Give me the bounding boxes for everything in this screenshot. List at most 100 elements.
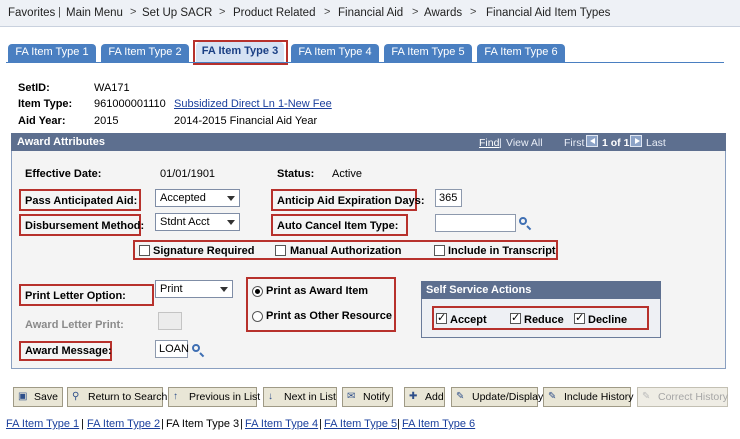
breadcrumb-separator: |: [58, 6, 61, 18]
notify-button[interactable]: ✉ Notify: [342, 387, 393, 407]
next-in-list-button[interactable]: ↓ Next in List: [263, 387, 337, 407]
breadcrumb-set-up-sacr[interactable]: Set Up SACR: [142, 7, 212, 19]
breadcrumb-awards[interactable]: Awards: [424, 7, 462, 19]
tab-fa-item-type-4[interactable]: FA Item Type 4: [291, 44, 379, 62]
footer-link-fa-item-type-4[interactable]: FA Item Type 4: [245, 418, 318, 430]
signature-required-label: Signature Required: [153, 245, 255, 257]
footer-separator: |: [161, 418, 164, 430]
nav-separator: |: [499, 137, 502, 149]
footer-link-fa-item-type-2[interactable]: FA Item Type 2: [87, 418, 160, 430]
disbursement-method-select[interactable]: Stdnt Acct: [155, 213, 240, 231]
anticip-aid-expiration-days-label: Anticip Aid Expiration Days:: [277, 195, 425, 207]
print-as-award-item-radio[interactable]: [252, 286, 263, 297]
breadcrumb-main-menu[interactable]: Main Menu: [66, 7, 123, 19]
award-attributes-title: Award Attributes: [17, 136, 106, 148]
add-button[interactable]: ✚ Add: [404, 387, 445, 407]
award-message-label: Award Message:: [25, 345, 112, 357]
chevron-right-icon: >: [219, 6, 226, 18]
self-service-actions-title: Self Service Actions: [426, 284, 532, 296]
chevron-down-icon: [220, 287, 228, 292]
effective-date-value: 01/01/1901: [160, 168, 216, 180]
print-letter-option-select[interactable]: Print: [155, 280, 233, 298]
tab-fa-item-type-5[interactable]: FA Item Type 5: [384, 44, 472, 62]
breadcrumb-favorites[interactable]: Favorites: [8, 7, 55, 19]
award-letter-print-input: [158, 312, 182, 330]
footer-separator: |: [81, 418, 84, 430]
auto-cancel-item-type-label: Auto Cancel Item Type:: [277, 220, 399, 232]
chevron-right-icon: >: [130, 6, 137, 18]
auto-cancel-item-type-input[interactable]: [435, 214, 516, 232]
footer-separator: |: [240, 418, 243, 430]
print-as-other-resource-label: Print as Other Resource: [266, 310, 392, 322]
manual-authorization-checkbox[interactable]: [275, 245, 286, 256]
status-label: Status:: [277, 168, 315, 180]
arrow-down-icon: ↓: [268, 391, 273, 402]
save-icon: ▣: [18, 391, 28, 402]
edit-icon: ✎: [456, 391, 465, 402]
arrow-up-icon: ↑: [173, 391, 178, 402]
history-icon: ✎: [548, 391, 557, 402]
item-type-value: 961000001110: [94, 98, 166, 110]
signature-required-checkbox[interactable]: [139, 245, 150, 256]
aid-year-value: 2015: [94, 115, 119, 127]
first-link[interactable]: First: [564, 137, 584, 149]
pass-anticipated-aid-select[interactable]: Accepted: [155, 189, 240, 207]
decline-label: Decline: [588, 314, 628, 326]
anticip-aid-expiration-days-input[interactable]: 365: [435, 189, 462, 207]
print-as-award-item-label: Print as Award Item: [266, 285, 369, 297]
award-message-input[interactable]: LOAN: [155, 340, 189, 358]
chevron-right-icon: >: [324, 6, 331, 18]
aid-year-label: Aid Year:: [18, 115, 66, 127]
print-letter-option-label: Print Letter Option:: [25, 290, 126, 302]
include-history-button[interactable]: ✎ Include History: [543, 387, 633, 407]
reduce-checkbox[interactable]: [510, 311, 521, 324]
breadcrumb-financial-aid-item-types[interactable]: Financial Aid Item Types: [486, 7, 610, 19]
chevron-down-icon: [227, 220, 235, 225]
footer-separator: |: [397, 418, 400, 430]
nav-prev-button[interactable]: [586, 135, 598, 147]
search-icon: ⚲: [72, 391, 80, 402]
aid-year-description: 2014-2015 Financial Aid Year: [174, 115, 318, 127]
search-icon[interactable]: [192, 344, 200, 352]
nav-next-button[interactable]: [630, 135, 642, 147]
chevron-right-icon: >: [412, 6, 419, 18]
footer-link-fa-item-type-5[interactable]: FA Item Type 5: [324, 418, 397, 430]
print-as-other-resource-radio[interactable]: [252, 311, 263, 322]
tab-fa-item-type-1[interactable]: FA Item Type 1: [8, 44, 96, 62]
tab-fa-item-type-6[interactable]: FA Item Type 6: [477, 44, 565, 62]
footer-link-fa-item-type-6[interactable]: FA Item Type 6: [402, 418, 475, 430]
breadcrumb-product-related[interactable]: Product Related: [233, 7, 315, 19]
include-in-transcript-label: Include in Transcript: [448, 245, 556, 257]
notify-icon: ✉: [347, 391, 356, 402]
item-type-label: Item Type:: [18, 98, 73, 110]
find-link[interactable]: Find: [479, 137, 499, 149]
status-value: Active: [332, 168, 362, 180]
add-icon: ✚: [409, 391, 418, 402]
search-icon[interactable]: [519, 217, 527, 225]
save-button[interactable]: ▣ Save: [13, 387, 63, 407]
chevron-down-icon: [227, 196, 235, 201]
include-in-transcript-checkbox[interactable]: [434, 245, 445, 256]
tab-underline: [6, 62, 724, 63]
previous-in-list-button[interactable]: ↑ Previous in List: [168, 387, 260, 407]
effective-date-label: Effective Date:: [25, 168, 102, 180]
breadcrumb-financial-aid[interactable]: Financial Aid: [338, 7, 403, 19]
reduce-label: Reduce: [524, 314, 564, 326]
setid-value: WA171: [94, 82, 130, 94]
chevron-right-icon: >: [470, 6, 477, 18]
row-count: 1 of 1: [602, 137, 630, 149]
correct-history-icon: ✎: [642, 391, 651, 402]
disbursement-method-label: Disbursement Method:: [25, 220, 145, 232]
item-type-description-link[interactable]: Subsidized Direct Ln 1-New Fee: [174, 98, 332, 110]
tab-fa-item-type-2[interactable]: FA Item Type 2: [101, 44, 189, 62]
view-all-link[interactable]: View All: [506, 137, 543, 149]
last-link[interactable]: Last: [646, 137, 666, 149]
decline-checkbox[interactable]: [574, 311, 585, 324]
accept-checkbox[interactable]: [436, 311, 447, 324]
update-display-button[interactable]: ✎ Update/Display: [451, 387, 543, 407]
setid-label: SetID:: [18, 82, 50, 94]
return-to-search-button[interactable]: ⚲ Return to Search: [67, 387, 167, 407]
award-letter-print-label: Award Letter Print:: [25, 319, 124, 331]
footer-link-fa-item-type-1[interactable]: FA Item Type 1: [6, 418, 79, 430]
footer-separator: |: [319, 418, 322, 430]
